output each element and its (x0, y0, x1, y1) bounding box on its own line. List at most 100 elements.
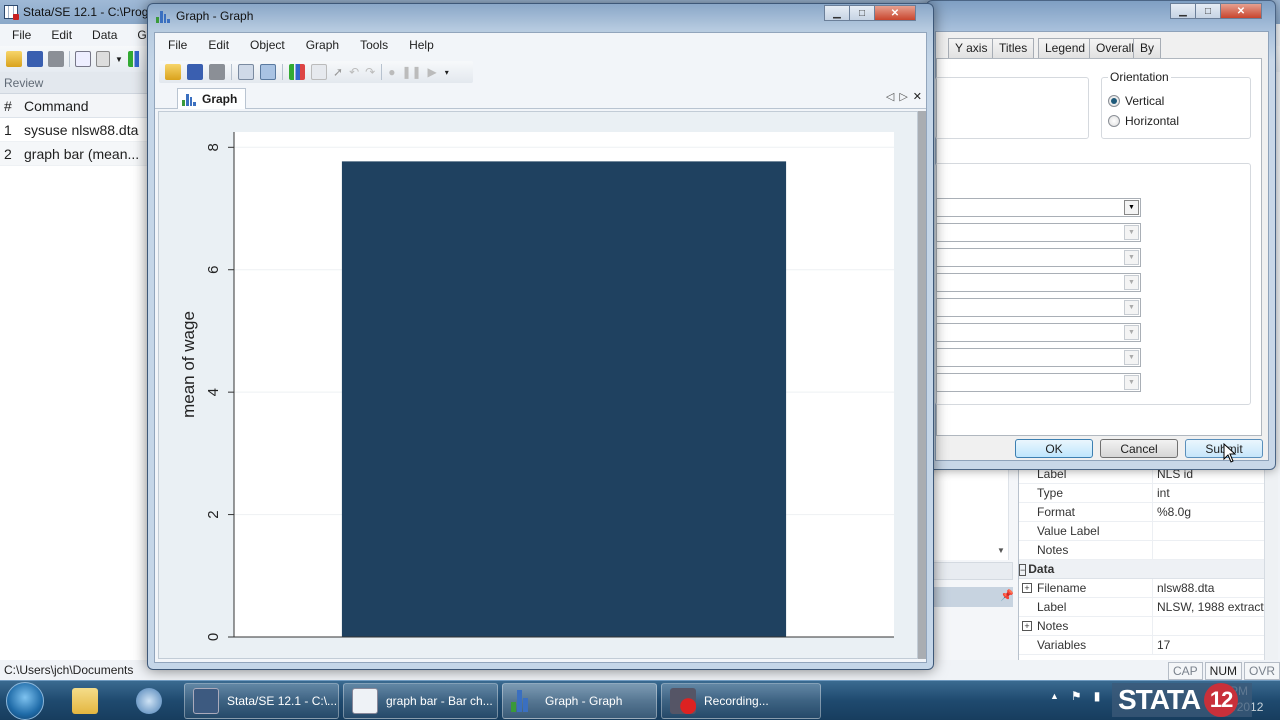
action-center-flag-icon[interactable]: ⚑ (1071, 689, 1082, 703)
pinned-explorer[interactable] (62, 683, 110, 719)
tab-y-axis[interactable]: Y axis (948, 38, 995, 58)
dialog-maximize-button[interactable]: □ (1195, 3, 1221, 19)
scroll-down-icon[interactable]: ▼ (997, 546, 1005, 555)
expand-icon[interactable]: + (1022, 621, 1032, 631)
property-row[interactable]: Label NLSW, 1988 extract (1019, 598, 1264, 617)
taskbar-item-viewer[interactable]: graph bar - Bar ch... (343, 683, 498, 719)
graph-menu-help[interactable]: Help (396, 38, 442, 52)
print-icon[interactable] (48, 51, 64, 67)
pinned-thunderbird[interactable] (126, 683, 174, 719)
menu-data[interactable]: Data (80, 28, 125, 42)
property-value: int (1157, 486, 1170, 500)
property-row[interactable]: Format %8.0g (1019, 503, 1264, 522)
copy-icon[interactable] (238, 64, 254, 80)
graph-bar-dialog: ▁ □ ✕ Y axis Titles Legend Overall By Or… (926, 0, 1276, 470)
ok-button[interactable]: OK (1015, 439, 1093, 458)
graph-menu-object[interactable]: Object (237, 38, 293, 52)
property-row[interactable]: Type int (1019, 484, 1264, 503)
menu-file[interactable]: File (0, 28, 39, 42)
tab-close-icon[interactable]: ✕ (913, 90, 922, 103)
combo-box[interactable]: ▼ (936, 323, 1141, 342)
windows-taskbar: Stata/SE 12.1 - C:\... graph bar - Bar c… (0, 680, 1280, 720)
combo-box[interactable]: ▼ (936, 298, 1141, 317)
expand-icon[interactable]: + (1022, 583, 1032, 593)
graph-menu-file[interactable]: File (155, 38, 195, 52)
dropdown-arrow-icon[interactable]: ▼ (1124, 375, 1139, 390)
tab-prev-icon[interactable]: ◁ (886, 90, 894, 103)
pin-icon[interactable]: 📌 (1000, 589, 1014, 602)
power-icon[interactable]: ▮ (1094, 689, 1101, 703)
graph-maximize-button[interactable]: □ (849, 5, 875, 21)
properties-scrollbar[interactable] (1264, 465, 1278, 660)
collapse-icon[interactable]: − (1019, 564, 1027, 576)
property-row[interactable]: Variables 17 (1019, 636, 1264, 655)
review-row[interactable]: 1 sysuse nlsw88.dta (0, 118, 149, 142)
tab-legend[interactable]: Legend (1038, 38, 1093, 58)
property-row[interactable]: Value Label (1019, 522, 1264, 541)
graph-close-button[interactable]: ✕ (874, 5, 916, 21)
column-command[interactable]: Command (24, 98, 89, 114)
radio-vertical-label: Vertical (1125, 94, 1165, 108)
toolbar-overflow-icon[interactable]: ▾ (445, 68, 449, 77)
dialog-minimize-button[interactable]: ▁ (1170, 3, 1196, 19)
combo-box[interactable]: ▼ (936, 373, 1141, 392)
rename-icon[interactable] (260, 64, 276, 80)
property-row[interactable]: + Notes (1019, 617, 1264, 636)
tab-titles[interactable]: Titles (992, 38, 1035, 58)
graph-title-bar: Graph - Graph (156, 9, 253, 23)
property-key: Notes (1035, 541, 1153, 559)
radio-vertical[interactable]: Vertical (1108, 94, 1164, 108)
tab-graph[interactable]: Graph (177, 88, 247, 109)
open-icon[interactable] (165, 64, 181, 80)
graph-icon[interactable] (127, 51, 144, 67)
dropdown-arrow-icon[interactable]: ▼ (1124, 325, 1139, 340)
combo-box[interactable]: ▼ (936, 273, 1141, 292)
cancel-button[interactable]: Cancel (1100, 439, 1178, 458)
graph-icon (511, 688, 537, 714)
combo-box[interactable]: ▼ (936, 348, 1141, 367)
dropdown-arrow-icon[interactable]: ▼ (1124, 200, 1139, 215)
property-group-label: Data (1028, 562, 1055, 576)
property-group-data[interactable]: − Data (1019, 560, 1264, 579)
dropdown-arrow-icon[interactable]: ▼ (1124, 250, 1139, 265)
taskbar-item-stata[interactable]: Stata/SE 12.1 - C:\... (184, 683, 339, 719)
radio-unselected-icon (1108, 115, 1120, 127)
taskbar-item-graph[interactable]: Graph - Graph (502, 683, 657, 719)
start-button[interactable] (6, 682, 44, 720)
graph-menu-tools[interactable]: Tools (347, 38, 396, 52)
property-row[interactable]: + Filename nlsw88.dta (1019, 579, 1264, 598)
dropdown-arrow-icon[interactable]: ▼ (1124, 275, 1139, 290)
column-number[interactable]: # (0, 98, 24, 114)
dialog-close-button[interactable]: ✕ (1220, 3, 1262, 19)
property-row[interactable]: Notes (1019, 541, 1264, 560)
dropdown-arrow-icon[interactable]: ▼ (1124, 300, 1139, 315)
viewer-icon[interactable] (96, 51, 110, 67)
graph-menu-graph[interactable]: Graph (293, 38, 347, 52)
graph-menu-edit[interactable]: Edit (195, 38, 237, 52)
dropdown-arrow-icon[interactable]: ▼ (1124, 225, 1139, 240)
review-row[interactable]: 2 graph bar (mean... (0, 142, 149, 166)
radio-horizontal[interactable]: Horizontal (1108, 114, 1179, 128)
menu-edit[interactable]: Edit (39, 28, 80, 42)
tab-next-icon[interactable]: ▷ (899, 90, 907, 103)
save-icon[interactable] (27, 51, 43, 67)
toolbar-separator (231, 64, 232, 80)
save-icon[interactable] (187, 64, 203, 80)
graph-minimize-button[interactable]: ▁ (824, 5, 850, 21)
combo-box[interactable]: ▼ (936, 248, 1141, 267)
print-icon[interactable] (209, 64, 225, 80)
graph-tab-label: Graph (202, 92, 238, 106)
open-icon[interactable] (6, 51, 22, 67)
log-icon[interactable] (75, 51, 91, 67)
tab-by[interactable]: By (1133, 38, 1162, 58)
graph-editor-icon[interactable] (289, 64, 305, 80)
taskbar-item-recording[interactable]: Recording... (661, 683, 821, 719)
combo-box[interactable]: ▼ (936, 198, 1141, 217)
variables-pane-fragment: ▼ 📌 (933, 470, 1018, 660)
dropdown-arrow-icon[interactable]: ▼ (115, 55, 123, 64)
dropdown-arrow-icon[interactable]: ▼ (1124, 350, 1139, 365)
graph-scrollbar[interactable] (918, 111, 926, 659)
combo-box[interactable]: ▼ (936, 223, 1141, 242)
show-hidden-icons[interactable]: ▲ (1050, 691, 1059, 701)
orientation-label: Orientation (1108, 70, 1171, 84)
